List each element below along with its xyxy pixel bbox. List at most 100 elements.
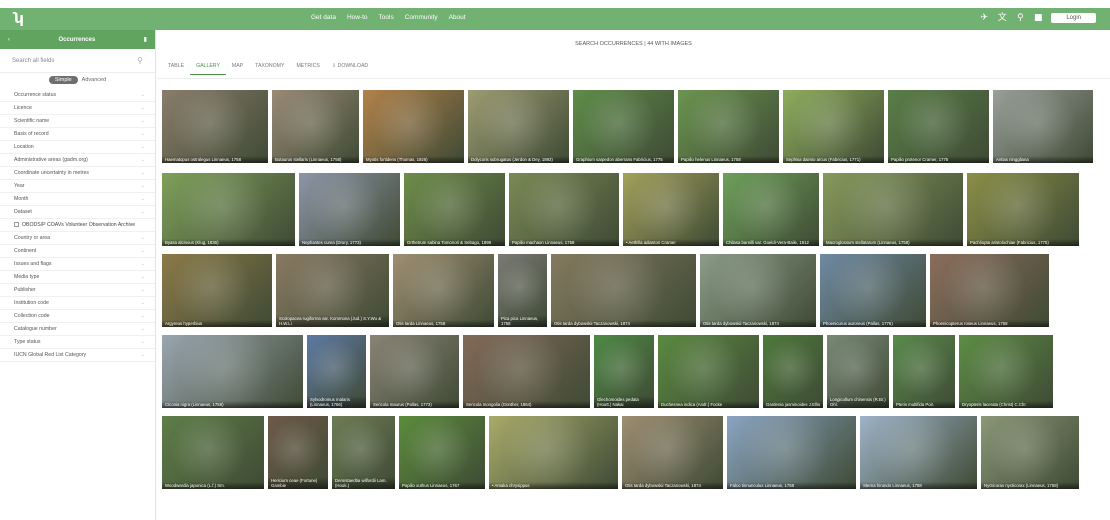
image-caption: Otis tarda dybowskii Taczanowski, 1874	[700, 320, 816, 327]
image-caption: Otis tarda dybowskii Taczanowski, 1874	[622, 482, 723, 489]
gbif-logo-icon[interactable]: ʮ	[14, 11, 23, 27]
gallery-image[interactable]: • Aethilla adianton Cramer	[623, 173, 719, 246]
image-caption: Dryopteris lacerata (Christ) C.Chr.	[959, 401, 1053, 408]
filter-continent[interactable]: Continent ⌄	[0, 245, 155, 258]
filter-institution-code[interactable]: Institution code ⌄	[0, 297, 155, 310]
gallery-image[interactable]: Pteris multifida Poir.	[893, 335, 955, 408]
gallery-image[interactable]: Pica pica Linnaeus, 1758	[498, 254, 547, 327]
tab-table[interactable]: TABLE	[162, 63, 190, 75]
gallery-image[interactable]: Chilasa bareilli var. Goeldi-Vera-Baile,…	[723, 173, 819, 246]
filter-issues-flags[interactable]: Issues and flags ⌄	[0, 258, 155, 271]
filter-iucn[interactable]: IUCN Global Red List Category ⌄	[0, 349, 155, 362]
login-button[interactable]: Login	[1051, 13, 1096, 23]
image-caption: Hericium ceae (Fortune) Gambie	[268, 477, 328, 489]
filter-country[interactable]: Country or area ⌄	[0, 232, 155, 245]
gallery-image[interactable]: Byasa alcinous (Klug, 1836)	[162, 173, 295, 246]
gallery-image[interactable]: Dolycoris subrugatus (Jerdon & Dey, 1893…	[468, 90, 569, 163]
nav-community[interactable]: Community	[405, 14, 438, 21]
gallery-image[interactable]: Dennstaedtia wilfordii Lam. (Hook.)	[332, 416, 395, 489]
tab-download[interactable]: ⇩ DOWNLOAD	[326, 63, 374, 75]
gallery-image[interactable]: Falco tinnunculus Linnaeus, 1758	[727, 416, 856, 489]
gallery-image[interactable]: Sericola mongolia (Günther, 1864)	[463, 335, 590, 408]
filter-coordinate-uncertainty[interactable]: Coordinate uncertainty in metres ⌄	[0, 167, 155, 180]
gallery-image[interactable]: Duchesnea indica (Andr.) Focke	[658, 335, 759, 408]
gallery-image[interactable]: Papilio helenus Linnaeus, 1758	[678, 90, 779, 163]
gallery-image[interactable]: Papilio xuthus Linnaeus, 1767	[399, 416, 485, 489]
chevron-down-icon: ⌄	[140, 313, 145, 319]
back-chevron-icon[interactable]: ‹	[8, 37, 10, 43]
gallery-image[interactable]: Woodwardia japonica (L.f.) Sm.	[162, 416, 264, 489]
gallery-image[interactable]: Sephisa daimio arcus (Fabricius, 1771)	[783, 90, 884, 163]
translate-icon[interactable]: 文	[997, 12, 1007, 24]
gallery-image[interactable]: Sterna hirundo Linnaeus, 1758	[860, 416, 977, 489]
gallery-row: Haematopus ostralegus Linnaeus, 1758 Bota…	[162, 90, 1093, 163]
gallery-image[interactable]: Orthetrum sabina Tomonori & Sebago, 1898	[404, 173, 505, 246]
filter-scientific-name[interactable]: Scientific name ⌄	[0, 115, 155, 128]
gallery-image[interactable]: Antias ninggliana	[993, 90, 1093, 163]
tab-taxonomy[interactable]: TAXONOMY	[249, 63, 290, 75]
gallery-image[interactable]: Otis tarda dybowskii Taczanowski, 1874	[700, 254, 816, 327]
gallery-image[interactable]: Otis tarda dybowskii Taczanowski, 1874	[622, 416, 723, 489]
filter-dataset[interactable]: Dataset ⌄	[0, 206, 155, 219]
gallery-image[interactable]: Papilio protenor Cramer, 1775	[888, 90, 989, 163]
nav-get-data[interactable]: Get data	[311, 14, 336, 21]
image-caption: Sericola mongolia (Günther, 1864)	[463, 401, 590, 408]
filter-administrative-areas[interactable]: Administrative areas (gadm.org) ⌄	[0, 154, 155, 167]
filter-year[interactable]: Year ⌄	[0, 180, 155, 193]
gallery-image[interactable]: Macroglossum stellatarum (Linnaeus, 1758…	[823, 173, 963, 246]
advanced-mode-button[interactable]: Advanced	[82, 77, 106, 83]
tab-gallery[interactable]: GALLERY	[190, 63, 226, 75]
gallery-image[interactable]: Hericium ceae (Fortune) Gambie	[268, 416, 328, 489]
nav-about[interactable]: About	[449, 14, 466, 21]
search-icon[interactable]: ⚲	[1015, 12, 1025, 24]
filter-location[interactable]: Location ⌄	[0, 141, 155, 154]
gallery-image[interactable]: Phoenicurus auroreus (Pallas, 1776)	[820, 254, 926, 327]
gallery-image[interactable]: Papilio machaon Linnaeus, 1758	[509, 173, 619, 246]
filter-month[interactable]: Month ⌄	[0, 193, 155, 206]
mode-toggle: Simple Advanced	[0, 73, 155, 87]
gallery-image[interactable]: Sylvodromus malaris (Linnaeus, 1766)	[307, 335, 366, 408]
gallery-image[interactable]: Longicollum chinensis (R.Br.) Ohl.	[827, 335, 889, 408]
gallery-image[interactable]: Pachliopta aristolochiae (Fabricius, 177…	[967, 173, 1079, 246]
tab-metrics[interactable]: METRICS	[290, 63, 325, 75]
gallery-image[interactable]: Dryopteris lacerata (Christ) C.Chr.	[959, 335, 1053, 408]
simple-mode-button[interactable]: Simple	[48, 76, 78, 84]
filter-publisher[interactable]: Publisher ⌄	[0, 284, 155, 297]
gallery-image[interactable]: Haematopus ostralegus Linnaeus, 1758	[162, 90, 268, 163]
filter-type-status[interactable]: Type status ⌄	[0, 336, 155, 349]
gallery-image[interactable]: Nephantes curea (Drury, 1773)	[299, 173, 400, 246]
nav-tools[interactable]: Tools	[379, 14, 394, 21]
gallery-image[interactable]: Myotis fortidens (Thomas, 1926)	[363, 90, 464, 163]
filter-licence[interactable]: Licence ⌄	[0, 102, 155, 115]
chevron-down-icon: ⌄	[140, 144, 145, 150]
gallery-image[interactable]: Sericola maurus (Pallas, 1773)	[370, 335, 459, 408]
gallery-image[interactable]: Phoenicopterus roseus Linnaeus, 1758	[930, 254, 1049, 327]
tab-map[interactable]: MAP	[226, 63, 249, 75]
search-all-fields[interactable]: Search all fields ⚲	[0, 49, 155, 73]
search-input[interactable]: Search all fields	[12, 58, 54, 64]
gallery-image[interactable]: Ciconia nigra (Linnaeus, 1758)	[162, 335, 303, 408]
gallery-image[interactable]: • Amaka chrysippus	[489, 416, 618, 489]
filter-collection-code[interactable]: Collection code ⌄	[0, 310, 155, 323]
gallery-image[interactable]: Argyreus hyperbius	[162, 254, 272, 327]
gallery-image[interactable]: Scolopacea rugiforma var. Kommona (Jud.)…	[276, 254, 389, 327]
filter-basis-of-record[interactable]: Basis of record ⌄	[0, 128, 155, 141]
gallery-image[interactable]: Otis tarda dybowskii Taczanowski, 1874	[551, 254, 696, 327]
gallery-image[interactable]: Glechomoides pedata (Houtt.) Nakai	[594, 335, 654, 408]
gallery-image[interactable]: Otis tarda Linnaeus, 1758	[393, 254, 494, 327]
filter-occurrence-status[interactable]: Occurrence status ⌄	[0, 89, 155, 102]
gallery-image[interactable]: Graphium sarpedon aberrans Fabricius, 17…	[573, 90, 674, 163]
gallery-image[interactable]: Nycticorax nycticorax (Linnaeus, 1758)	[981, 416, 1079, 489]
nav-how-to[interactable]: How-to	[347, 14, 368, 21]
filter-icon[interactable]: ▮	[144, 36, 147, 43]
dataset-selected-value[interactable]: OBODS/P COAVs Volunteer Observation Arch…	[0, 219, 155, 232]
message-icon[interactable]: ■	[1033, 12, 1043, 24]
search-icon[interactable]: ⚲	[137, 56, 143, 65]
gallery-image[interactable]: Gardenia jasminoides J.Ellis	[763, 335, 823, 408]
filter-catalogue-number[interactable]: Catalogue number ⌄	[0, 323, 155, 336]
image-caption: Dennstaedtia wilfordii Lam. (Hook.)	[332, 477, 395, 489]
gallery-image[interactable]: Botaurus stellaris (Linnaeus, 1758)	[272, 90, 359, 163]
flight-icon[interactable]: ✈	[979, 12, 989, 24]
checkbox[interactable]	[14, 222, 19, 228]
filter-media-type[interactable]: Media type ⌄	[0, 271, 155, 284]
